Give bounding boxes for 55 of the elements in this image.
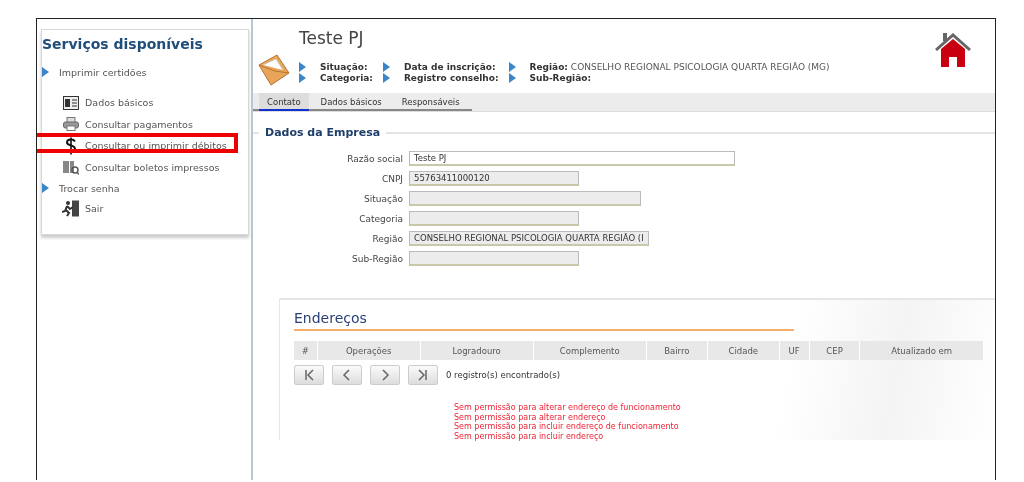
tab[interactable]: Dados básicos xyxy=(312,93,390,109)
home-icon[interactable] xyxy=(935,33,971,67)
dollar-icon xyxy=(65,136,77,155)
info-label: Região: xyxy=(529,62,568,72)
menu-link[interactable]: Consultar pagamentos xyxy=(85,118,193,130)
menu-link[interactable]: Consultar boletos impressos xyxy=(85,161,220,173)
field-label: Sub-Região xyxy=(352,253,403,264)
section-title: Dados da Empresa xyxy=(265,126,381,139)
column-header: # xyxy=(294,341,318,360)
menu-link[interactable]: Consultar ou imprimir débitos xyxy=(85,140,227,152)
menu-link[interactable]: Dados básicos xyxy=(85,97,154,109)
info-label: Situação: xyxy=(320,62,368,72)
column-header: Logradouro xyxy=(420,341,534,360)
permission-message: Sem permissão para alterar endereço de funcionamento xyxy=(454,403,682,413)
info-label: Registro conselho: xyxy=(403,73,499,83)
info-label: Sub-Região: xyxy=(529,73,592,83)
bullet-arrow-icon xyxy=(42,67,49,77)
permission-message: Sem permissão para alterar endereço xyxy=(454,412,606,422)
permission-message: Sem permissão para incluir endereço xyxy=(454,431,605,441)
section-title: Endereços xyxy=(294,310,794,331)
running-exit-icon xyxy=(62,200,80,218)
column-header: Cidade xyxy=(707,341,780,360)
column-header: Complemento xyxy=(533,341,647,360)
sidebar-title: Serviços disponíveis xyxy=(42,36,204,52)
field-label: Situação xyxy=(364,193,403,204)
bullet-arrow-icon xyxy=(42,183,49,193)
envelope-icon xyxy=(257,53,291,87)
record-count: 0 registro(s) encontrado(s) xyxy=(446,370,560,380)
info-label: Categoria: xyxy=(320,73,373,83)
field-label: Região xyxy=(372,233,403,244)
column-header: Atualizado em xyxy=(859,341,984,360)
column-header: UF xyxy=(779,341,810,360)
column-header: Operações xyxy=(317,341,421,360)
menu-section[interactable]: Trocar senha xyxy=(59,182,120,194)
field-label: Categoria xyxy=(359,213,403,224)
column-header: Bairro xyxy=(646,341,708,360)
record-title: Teste PJ xyxy=(299,28,365,48)
input-field[interactable]: Teste PJ xyxy=(409,151,735,166)
column-header: CEP xyxy=(809,341,860,360)
info-value: CONSELHO REGIONAL PSICOLOGIA QUARTA REGIÃO (MG) xyxy=(570,62,830,72)
barcode-document-icon xyxy=(63,159,79,175)
tab[interactable]: Contato xyxy=(259,93,309,111)
last-page-button[interactable] xyxy=(408,365,438,385)
field-label: CNPJ xyxy=(381,173,403,184)
menu-link[interactable]: Sair xyxy=(85,203,104,215)
id-card-icon xyxy=(63,95,79,110)
menu-section[interactable]: Imprimir certidões xyxy=(59,66,147,78)
permission-message: Sem permissão para incluir endereço de funcionamento xyxy=(454,422,680,432)
field-label: Razão social xyxy=(347,153,403,164)
info-label: Data de inscrição: xyxy=(403,62,496,72)
previous-page-button[interactable] xyxy=(332,365,362,385)
first-page-button[interactable] xyxy=(294,365,324,385)
tab[interactable]: Responsáveis xyxy=(393,93,468,109)
printer-icon xyxy=(63,117,79,132)
next-page-button[interactable] xyxy=(370,365,400,385)
